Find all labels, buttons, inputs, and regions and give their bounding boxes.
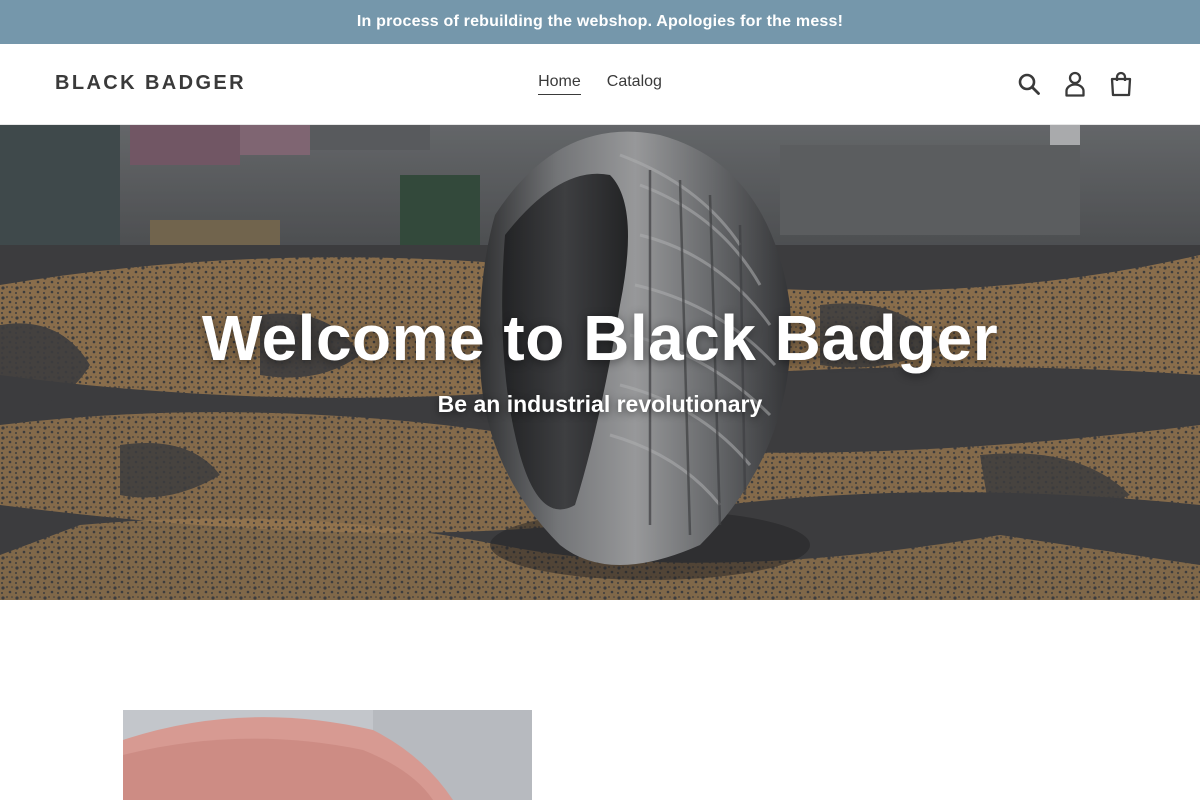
announcement-text: In process of rebuilding the webshop. Ap… bbox=[356, 13, 844, 30]
account-button[interactable] bbox=[1062, 70, 1088, 98]
hero-subtitle: Be an industrial revolutionary bbox=[437, 391, 763, 417]
featured-product-image[interactable] bbox=[123, 710, 532, 800]
announcement-bar: In process of rebuilding the webshop. Ap… bbox=[0, 0, 1200, 44]
cart-button[interactable] bbox=[1108, 70, 1134, 98]
header-actions bbox=[1016, 70, 1134, 98]
site-header: BLACK BADGER Home Catalog bbox=[0, 44, 1200, 125]
ring-on-finger-photo bbox=[123, 710, 532, 800]
account-icon bbox=[1065, 71, 1085, 97]
hero-title: Welcome to Black Badger bbox=[201, 302, 999, 374]
search-icon bbox=[1018, 73, 1040, 95]
search-button[interactable] bbox=[1016, 70, 1042, 98]
nav-item-catalog[interactable]: Catalog bbox=[607, 73, 662, 95]
hero-banner: Welcome to Black Badger Be an industrial… bbox=[0, 125, 1200, 600]
cart-icon bbox=[1110, 71, 1132, 97]
nav-item-home[interactable]: Home bbox=[538, 73, 581, 95]
